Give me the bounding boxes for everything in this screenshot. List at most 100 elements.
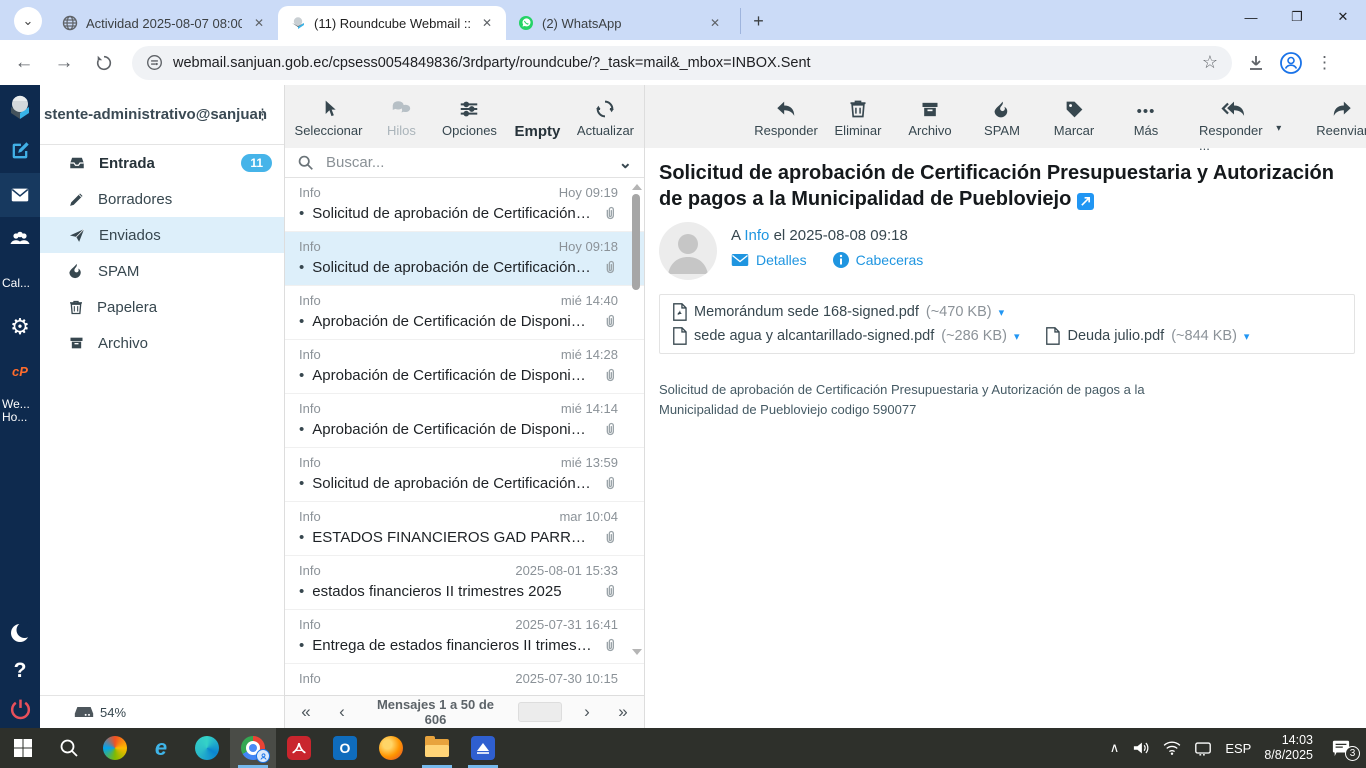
search-options-chevron-icon[interactable]: ⌄ [619,153,632,173]
attachment-memorandum[interactable]: Memorándum sede 168-signed.pdf (~470 KB)… [672,303,1004,321]
chrome-taskbar-icon[interactable] [230,728,276,768]
close-tab-icon[interactable]: ✕ [706,14,724,32]
browser-menu-icon[interactable]: ⋮ [1316,53,1333,73]
select-button[interactable]: Seleccionar [295,94,363,138]
sidebar-item-spam[interactable]: SPAM [40,253,284,289]
prev-page-button[interactable]: ‹ [331,702,353,722]
scrollbar-thumb[interactable] [632,194,640,290]
spam-button[interactable]: SPAM [973,94,1031,138]
acrobat-icon[interactable] [276,728,322,768]
attachment-menu-caret-icon[interactable]: ▾ [999,306,1005,319]
reply-all-caret-icon[interactable]: ▾ [1276,123,1281,134]
bookmark-star-icon[interactable]: ☆ [1202,52,1218,73]
site-settings-icon[interactable] [146,54,163,71]
account-menu-icon[interactable]: ⋮ [255,105,270,123]
compose-button[interactable] [0,129,40,173]
attachment-menu-caret-icon[interactable]: ▾ [1014,330,1020,343]
reply-all-button[interactable]: Responder ... [1199,94,1268,153]
clock[interactable]: 14:03 8/8/2025 [1264,733,1313,763]
restore-button[interactable]: ❐ [1274,0,1320,34]
settings-nav-button[interactable]: ⚙ [0,305,40,349]
mark-button[interactable]: Marcar [1045,94,1103,138]
sidebar-item-enviados[interactable]: Enviados [40,217,284,253]
file-explorer-icon[interactable] [414,728,460,768]
sidebar-item-borradores[interactable]: Borradores [40,181,284,217]
download-icon[interactable] [1246,53,1266,73]
tab-roundcube[interactable]: (11) Roundcube Webmail :: Envi ✕ [278,6,506,40]
refresh-button[interactable] [88,47,120,79]
threads-button[interactable]: Hilos [372,94,430,138]
next-page-button[interactable]: › [576,702,598,722]
back-button[interactable]: ← [8,47,40,79]
close-window-button[interactable]: ✕ [1320,0,1366,34]
wifi-icon[interactable] [1163,741,1181,755]
message-row-selected[interactable]: InfoHoy 09:18 •Solicitud de aprobación d… [285,232,644,286]
delete-button[interactable]: Eliminar [829,94,887,138]
message-row[interactable]: Info2025-07-30 10:15 [285,664,644,695]
cpanel-button[interactable]: cP [0,349,40,393]
url-bar[interactable]: webmail.sanjuan.gob.ec/cpsess0054849836/… [132,46,1232,80]
open-in-new-window-icon[interactable] [1077,193,1094,210]
webmail-home-button[interactable]: We...Ho... [0,393,40,429]
options-button[interactable]: Opciones [440,94,498,138]
search-input[interactable] [324,153,609,172]
calendar-nav-button[interactable]: Cal... [0,261,40,305]
message-row[interactable]: Infomié 14:40 •Aprobación de Certificaci… [285,286,644,340]
language-indicator[interactable]: ESP [1225,741,1251,756]
archive-button[interactable]: Archivo [901,94,959,138]
refresh-list-button[interactable]: Actualizar [576,94,634,138]
tray-chevron-up-icon[interactable]: ∧ [1110,740,1120,756]
close-tab-icon[interactable]: ✕ [478,14,496,32]
last-page-button[interactable]: » [612,702,634,722]
details-toggle[interactable]: Detalles [731,252,807,268]
message-row[interactable]: Info2025-07-31 16:41 •Entrega de estados… [285,610,644,664]
cast-icon[interactable] [1194,741,1212,756]
taskbar-search-icon[interactable] [46,728,92,768]
sidebar-item-archivo[interactable]: Archivo [40,325,284,361]
recipient-link[interactable]: Info [744,227,769,244]
copilot-icon[interactable] [92,728,138,768]
minimize-button[interactable]: — [1228,0,1274,34]
message-row[interactable]: Info2025-08-01 15:33 •estados financiero… [285,556,644,610]
firefox-icon[interactable] [368,728,414,768]
page-jump-input[interactable] [518,702,562,722]
sidebar-item-papelera[interactable]: Papelera [40,289,284,325]
reply-button[interactable]: Responder [757,94,815,138]
volume-icon[interactable] [1132,740,1150,756]
profile-avatar[interactable] [1280,52,1302,74]
headers-toggle[interactable]: Cabeceras [833,252,924,268]
outlook-icon[interactable]: O [322,728,368,768]
message-row[interactable]: Infomié 14:28 •Aprobación de Certificaci… [285,340,644,394]
scroll-down-icon[interactable] [632,649,642,655]
start-button[interactable] [0,728,46,768]
message-row[interactable]: InfoHoy 09:19 •Solicitud de aprobación d… [285,178,644,232]
edge-icon[interactable] [184,728,230,768]
forward-button[interactable]: Reenviar [1313,94,1366,138]
new-tab-button[interactable]: + [740,8,766,34]
internet-explorer-icon[interactable]: e [138,728,184,768]
scroll-up-icon[interactable] [632,184,642,190]
tab-search-button[interactable]: ⌄ [14,7,42,35]
notification-center-icon[interactable]: 3 [1326,735,1356,761]
logout-power-icon[interactable] [8,697,33,722]
message-row[interactable]: Infomar 10:04 •ESTADOS FINANCIEROS GAD P… [285,502,644,556]
contacts-nav-button[interactable] [0,217,40,261]
attachment-menu-caret-icon[interactable]: ▾ [1244,330,1250,343]
tab-actividad[interactable]: Actividad 2025-08-07 08:00:00 ✕ [50,6,278,40]
message-row[interactable]: Infomié 14:14 •Aprobación de Certificaci… [285,394,644,448]
empty-button[interactable]: Empty [508,94,566,140]
close-tab-icon[interactable]: ✕ [250,14,268,32]
first-page-button[interactable]: « [295,702,317,722]
url-text[interactable]: webmail.sanjuan.gob.ec/cpsess0054849836/… [173,55,1192,71]
dark-mode-moon-icon[interactable] [8,621,32,645]
more-button[interactable]: ••• Más [1117,94,1175,138]
sidebar-item-entrada[interactable]: Entrada 11 [40,145,284,181]
forward-button[interactable]: → [48,47,80,79]
tab-whatsapp[interactable]: (2) WhatsApp ✕ [506,6,734,40]
scanner-app-icon[interactable] [460,728,506,768]
mail-nav-button[interactable] [0,173,40,217]
help-icon[interactable]: ? [14,659,27,683]
message-row[interactable]: Infomié 13:59 •Solicitud de aprobación d… [285,448,644,502]
attachment-sede-agua[interactable]: sede agua y alcantarillado-signed.pdf (~… [672,327,1019,345]
list-scrollbar[interactable] [630,178,642,695]
